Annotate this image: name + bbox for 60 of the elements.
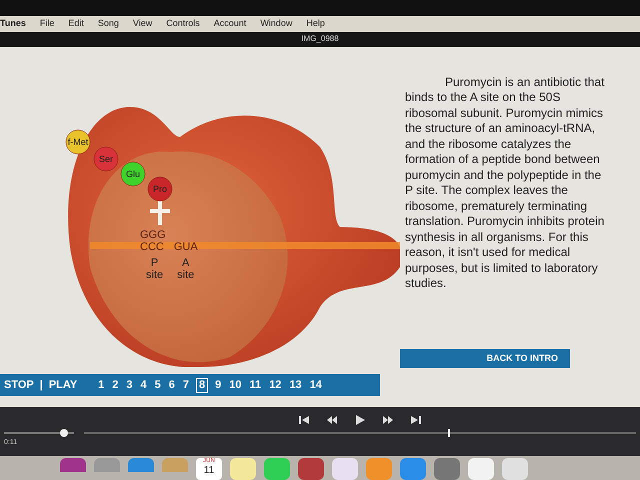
site-label: site [146, 268, 164, 281]
amino-acid-bead: f-Met [66, 129, 90, 154]
app-icon[interactable] [468, 458, 494, 480]
codon-text: GUA [174, 242, 198, 253]
menu-item[interactable]: Edit [68, 17, 84, 30]
page-number[interactable]: 4 [140, 378, 148, 392]
page-number[interactable]: 8 [196, 378, 208, 393]
site-label: site [177, 268, 194, 281]
page-number[interactable]: 12 [268, 378, 282, 392]
amino-acid-bead: Pro [148, 176, 172, 201]
page-number[interactable]: 9 [214, 378, 222, 392]
menu-item[interactable]: Help [306, 17, 325, 30]
skip-forward-icon[interactable] [410, 415, 422, 426]
volume-thumb[interactable] [60, 429, 68, 438]
anticodon-text: GGG [140, 230, 166, 241]
page-number[interactable]: 3 [125, 378, 134, 392]
app-menu: Tunes [0, 17, 26, 30]
progress-thumb[interactable] [448, 429, 450, 438]
app-icon[interactable] [400, 458, 426, 480]
trna-shape [148, 198, 172, 227]
page-number[interactable]: 11 [248, 378, 262, 392]
progress-slider[interactable] [84, 429, 636, 438]
page-number[interactable]: 10 [228, 378, 243, 392]
app-icon[interactable] [434, 458, 460, 480]
page-number[interactable]: 5 [154, 378, 162, 392]
menu-item[interactable]: File [40, 17, 54, 30]
menu-item[interactable]: Controls [166, 17, 200, 30]
app-icon[interactable] [94, 458, 120, 472]
amino-acid-bead: Glu [120, 161, 146, 186]
app-icon[interactable] [60, 458, 86, 472]
menu-item[interactable]: View [132, 17, 152, 30]
stop-button[interactable]: STOP [4, 376, 34, 394]
page-number[interactable]: 7 [182, 378, 190, 392]
play-button[interactable]: PLAY [48, 376, 78, 394]
site-letter: P [150, 256, 158, 269]
app-icon[interactable] [502, 458, 528, 480]
rewind-icon[interactable] [326, 415, 338, 426]
menu-item[interactable]: Window [260, 17, 292, 30]
menu-item[interactable]: Song [98, 17, 119, 30]
app-icon[interactable] [128, 458, 154, 472]
app-icon[interactable] [332, 458, 358, 480]
description-paragraph: Puromycin is an antibiotic that binds to the A site on the 50S ribosomal subunit. Puromycin mimics the structure of an aminoacyl-tRNA, and the ribosome catalyzes the formation of a peptide bond between puromycin and the polypeptide in the P site. The complex leaves the ribosome, prematurely terminating translation. Puromycin inhibits protein synthesis in all organisms. For this reason, it isn't used for medical purposes, but is limited to laboratory studies. [405, 74, 605, 292]
site-letter: A [182, 256, 190, 269]
page-number[interactable]: 13 [288, 378, 303, 392]
menu-item[interactable]: Account [214, 17, 246, 30]
page-number[interactable]: 2 [111, 378, 120, 392]
skip-back-icon[interactable] [298, 415, 310, 426]
app-icon[interactable] [298, 458, 324, 480]
page-number[interactable]: 1 [97, 378, 106, 392]
page-number[interactable]: 14 [308, 378, 323, 392]
fast-forward-icon[interactable] [382, 415, 394, 426]
separator-text: | [40, 378, 43, 393]
play-icon[interactable] [354, 415, 366, 426]
page-number[interactable]: 6 [168, 378, 176, 392]
codon-text: CCC [140, 242, 164, 253]
volume-slider[interactable] [4, 429, 74, 438]
window-title: IMG_0988 [301, 33, 339, 46]
app-icon[interactable] [230, 458, 256, 480]
amino-acid-bead: Ser [94, 146, 118, 171]
back-to-intro-button[interactable]: BACK TO INTRO [400, 348, 570, 368]
